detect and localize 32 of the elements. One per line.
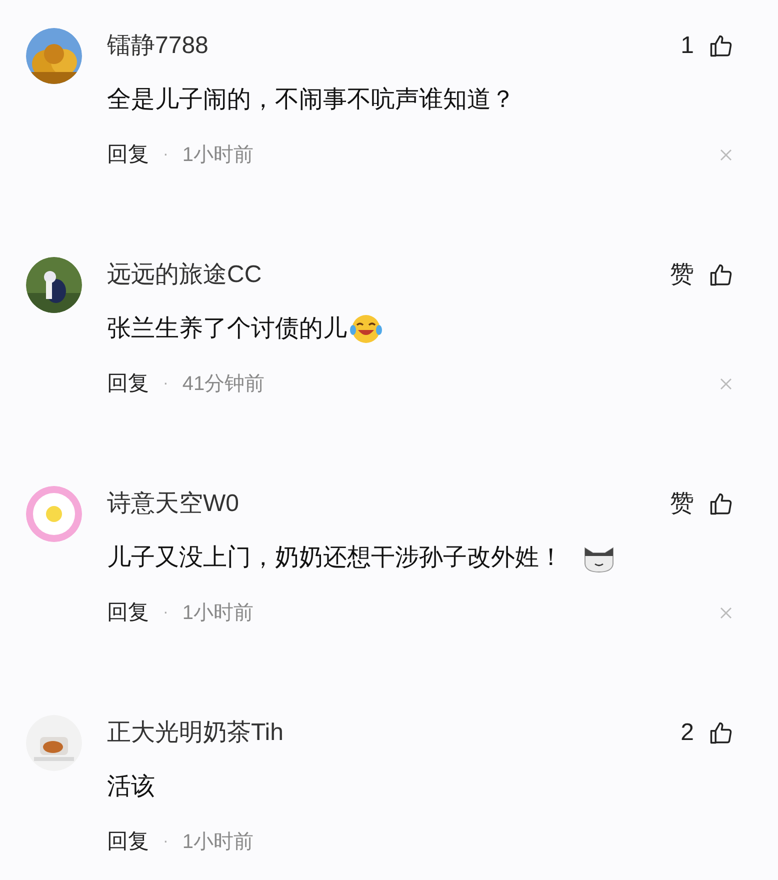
close-icon[interactable] bbox=[720, 378, 732, 390]
username[interactable]: 正大光明奶茶Tih bbox=[107, 715, 284, 751]
reply-link[interactable]: 回复 bbox=[107, 826, 149, 858]
timestamp: 1小时前 bbox=[182, 143, 254, 168]
username[interactable]: 远远的旅途CC bbox=[107, 257, 262, 293]
reply-link[interactable]: 回复 bbox=[107, 597, 149, 629]
thumbs-up-icon bbox=[708, 720, 734, 746]
comment-text: 活该 bbox=[107, 772, 155, 802]
timestamp: 41分钟前 bbox=[182, 372, 265, 397]
thumbs-up-icon bbox=[708, 491, 734, 517]
timestamp: 1小时前 bbox=[182, 830, 254, 855]
separator-dot: · bbox=[163, 832, 168, 852]
reply-link[interactable]: 回复 bbox=[107, 368, 149, 400]
reply-link[interactable]: 回复 bbox=[107, 139, 149, 171]
thumbs-up-icon bbox=[708, 262, 734, 288]
comment-text: 儿子又没上门，奶奶还想干涉孙子改外姓！ bbox=[107, 543, 563, 573]
username[interactable]: 镭静7788 bbox=[107, 28, 208, 64]
timestamp: 1小时前 bbox=[182, 601, 254, 626]
separator-dot: · bbox=[163, 145, 168, 165]
close-icon[interactable] bbox=[720, 149, 732, 161]
like-count: 2 bbox=[680, 718, 694, 748]
thumbs-up-icon bbox=[708, 33, 734, 59]
comment-text: 全是儿子闹的，不闹事不吭声谁知道？ bbox=[107, 85, 515, 115]
like-count: 1 bbox=[680, 31, 694, 61]
like-count: 赞 bbox=[670, 489, 694, 519]
close-icon[interactable] bbox=[720, 607, 732, 619]
like-count: 赞 bbox=[670, 260, 694, 290]
separator-dot: · bbox=[163, 603, 168, 623]
laughing-face-icon bbox=[349, 314, 383, 344]
separator-dot: · bbox=[163, 374, 168, 394]
comment-text: 张兰生养了个讨债的儿 bbox=[107, 314, 347, 344]
username[interactable]: 诗意天空W0 bbox=[107, 486, 239, 522]
